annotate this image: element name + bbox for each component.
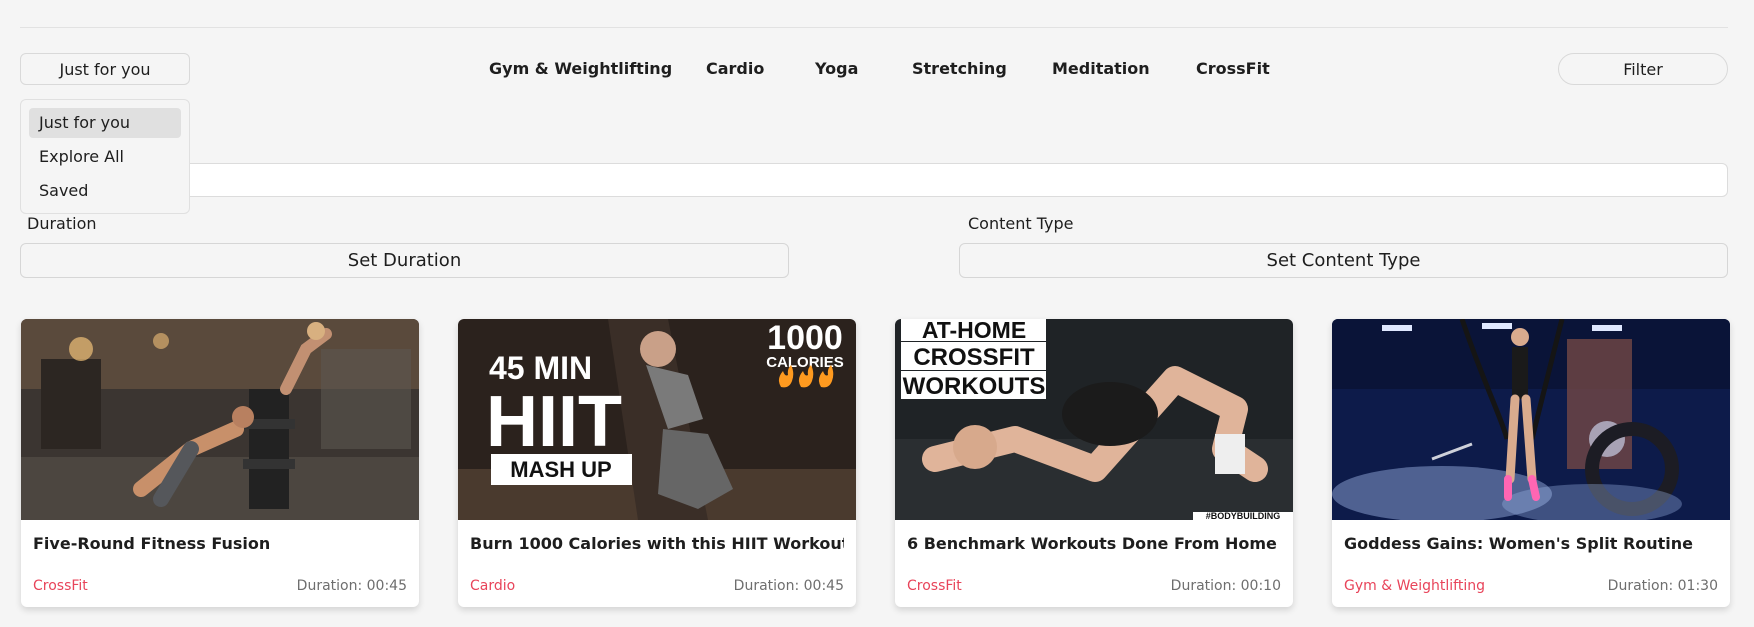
category-gym-weightlifting[interactable]: Gym & Weightlifting xyxy=(489,53,672,85)
workout-title: Goddess Gains: Women's Split Routine xyxy=(1344,534,1694,553)
overlay-text-crossfit: CROSSFIT xyxy=(913,344,1035,371)
feed-dropdown-menu: Just for you Explore All Saved xyxy=(20,99,190,214)
workout-category: Cardio xyxy=(470,578,516,594)
overlay-text-bodybuilding: #BODYBUILDING xyxy=(1206,511,1281,520)
set-content-type-label: Set Content Type xyxy=(1266,250,1421,271)
workout-thumbnail xyxy=(21,319,419,520)
filter-label: Filter xyxy=(1623,59,1663,79)
workout-thumbnail xyxy=(1332,319,1730,520)
feed-selector-label: Just for you xyxy=(59,59,151,79)
content-type-label: Content Type xyxy=(968,214,1074,233)
workout-card[interactable]: AT-HOME CROSSFIT WORKOUTS #BODYBUILDING … xyxy=(895,319,1293,607)
feed-selector-button[interactable]: Just for you xyxy=(20,53,190,85)
workout-duration: Duration: 00:45 xyxy=(296,578,407,594)
overlay-text-hiit: HIIT xyxy=(486,382,622,462)
menu-item-explore-all[interactable]: Explore All xyxy=(29,142,181,172)
overlay-text-1000: 1000 xyxy=(767,319,843,357)
overlay-text-at-home: AT-HOME xyxy=(922,319,1026,343)
workout-duration: Duration: 00:45 xyxy=(733,578,844,594)
category-stretching[interactable]: Stretching xyxy=(912,53,1007,85)
menu-item-saved[interactable]: Saved xyxy=(29,176,181,206)
search-input[interactable] xyxy=(20,163,1728,197)
filter-button[interactable]: Filter xyxy=(1558,53,1728,85)
workout-title: Burn 1000 Calories with this HIIT Workou… xyxy=(470,534,844,553)
set-content-type-button[interactable]: Set Content Type xyxy=(959,243,1728,278)
workout-title: 6 Benchmark Workouts Done From Home xyxy=(907,534,1277,553)
overlay-text-45-min: 45 MIN xyxy=(489,350,592,386)
workout-category: Gym & Weightlifting xyxy=(1344,578,1485,594)
set-duration-label: Set Duration xyxy=(347,250,462,271)
top-divider xyxy=(20,27,1728,28)
workout-category: CrossFit xyxy=(33,578,88,594)
set-duration-button[interactable]: Set Duration xyxy=(20,243,789,278)
workout-title: Five-Round Fitness Fusion xyxy=(33,534,271,553)
workout-card[interactable]: Five-Round Fitness Fusion CrossFit Durat… xyxy=(21,319,419,607)
menu-item-just-for-you[interactable]: Just for you xyxy=(29,108,181,138)
overlay-text-mash-up: MASH UP xyxy=(510,457,611,482)
overlay-text-workouts: WORKOUTS xyxy=(903,373,1046,400)
workout-category: CrossFit xyxy=(907,578,962,594)
workout-thumbnail: AT-HOME CROSSFIT WORKOUTS #BODYBUILDING xyxy=(895,319,1293,520)
category-crossfit[interactable]: CrossFit xyxy=(1196,53,1270,85)
category-meditation[interactable]: Meditation xyxy=(1052,53,1150,85)
category-cardio[interactable]: Cardio xyxy=(706,53,764,85)
workout-thumbnail: 45 MIN HIIT MASH UP 1000 CALORIES xyxy=(458,319,856,520)
category-yoga[interactable]: Yoga xyxy=(815,53,858,85)
workout-card[interactable]: Goddess Gains: Women's Split Routine Gym… xyxy=(1332,319,1730,607)
workout-duration: Duration: 01:30 xyxy=(1607,578,1718,594)
workout-card[interactable]: 45 MIN HIIT MASH UP 1000 CALORIES Burn 1… xyxy=(458,319,856,607)
category-nav: Gym & Weightlifting Cardio Yoga Stretchi… xyxy=(0,53,1754,85)
workout-duration: Duration: 00:10 xyxy=(1170,578,1281,594)
duration-label: Duration xyxy=(27,214,97,233)
